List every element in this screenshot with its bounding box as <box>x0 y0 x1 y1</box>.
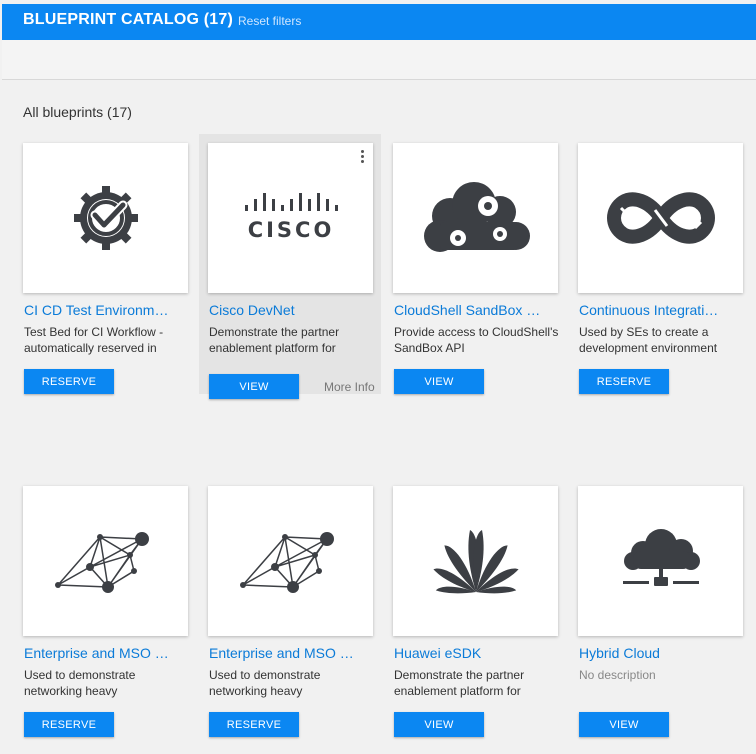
blueprint-thumbnail[interactable] <box>393 143 558 293</box>
reset-filters-link[interactable]: Reset filters <box>238 14 301 28</box>
blueprint-card[interactable]: CISCO Cisco DevNet Demonstrate the partn… <box>199 134 381 399</box>
blueprint-card[interactable]: Hybrid Cloud No description VIEW <box>571 479 753 739</box>
view-button[interactable]: VIEW <box>394 712 484 737</box>
reserve-button[interactable]: RESERVE <box>579 369 669 394</box>
blueprint-name[interactable]: Huawei eSDK <box>394 645 560 661</box>
blueprint-description: Demonstrate the partner enablement platf… <box>394 668 525 698</box>
blueprint-card[interactable]: CI CD Test Environm… Test Bed for CI Wor… <box>16 136 198 396</box>
network-graph-icon <box>54 532 149 593</box>
network-graph-icon <box>239 532 334 593</box>
blueprint-thumbnail[interactable] <box>393 486 558 636</box>
reserve-button[interactable]: RESERVE <box>24 369 114 394</box>
blueprint-description: No description <box>579 668 656 682</box>
infinity-arrows-icon <box>606 192 715 244</box>
blueprint-card[interactable]: Enterprise and MSO … Used to demonstrate… <box>16 479 198 739</box>
blueprint-thumbnail[interactable]: CISCO <box>208 143 373 293</box>
cloud-gears-icon <box>423 182 530 252</box>
blueprint-thumbnail[interactable] <box>23 143 188 293</box>
blueprint-description: Demonstrate the partner enablement platf… <box>209 325 340 355</box>
blueprint-card[interactable]: Huawei eSDK Demonstrate the partner enab… <box>386 479 568 739</box>
filter-bar <box>2 40 756 80</box>
blueprint-description: Used to demonstrate networking heavy <box>209 668 321 698</box>
gear-check-icon <box>73 186 138 250</box>
blueprint-thumbnail[interactable] <box>208 486 373 636</box>
blueprint-thumbnail[interactable] <box>23 486 188 636</box>
view-button[interactable]: VIEW <box>579 712 669 737</box>
blueprint-description: Provide access to CloudShell's SandBox A… <box>394 325 559 355</box>
svg-text:CISCO: CISCO <box>247 218 334 242</box>
blueprint-name[interactable]: Hybrid Cloud <box>579 645 745 661</box>
section-title: All blueprints (17) <box>23 104 132 120</box>
blueprint-description: Used to demonstrate networking heavy <box>24 668 136 698</box>
blueprint-name[interactable]: Continuous Integrati… <box>579 302 745 318</box>
blueprint-name[interactable]: CI CD Test Environm… <box>24 302 190 318</box>
blueprint-card[interactable]: Continuous Integrati… Used by SEs to cre… <box>571 136 753 396</box>
blueprint-thumbnail[interactable] <box>578 143 743 293</box>
view-button[interactable]: VIEW <box>394 369 484 394</box>
blueprint-card[interactable]: Enterprise and MSO … Used to demonstrate… <box>201 479 383 739</box>
blueprint-name[interactable]: Enterprise and MSO … <box>209 645 375 661</box>
reserve-button[interactable]: RESERVE <box>209 712 299 737</box>
top-bar: BLUEPRINT CATALOG (17) Reset filters <box>2 4 756 40</box>
reserve-button[interactable]: RESERVE <box>24 712 114 737</box>
blueprint-description: Test Bed for CI Workflow - automatically… <box>24 325 164 355</box>
cisco-logo-icon: CISCO <box>244 193 338 242</box>
huawei-logo-icon <box>432 530 519 594</box>
cloud-network-icon <box>622 529 700 586</box>
blueprint-name[interactable]: Cisco DevNet <box>209 302 375 318</box>
more-info-link[interactable]: More Info <box>324 380 375 394</box>
blueprint-name[interactable]: Enterprise and MSO … <box>24 645 190 661</box>
blueprint-name[interactable]: CloudShell SandBox … <box>394 302 560 318</box>
blueprint-description: Used by SEs to create a development envi… <box>579 325 718 355</box>
blueprint-card[interactable]: CloudShell SandBox … Provide access to C… <box>386 136 568 396</box>
more-options-icon[interactable] <box>357 149 367 165</box>
blueprint-thumbnail[interactable] <box>578 486 743 636</box>
catalog-title: BLUEPRINT CATALOG (17) <box>23 11 234 28</box>
view-button[interactable]: VIEW <box>209 374 299 399</box>
